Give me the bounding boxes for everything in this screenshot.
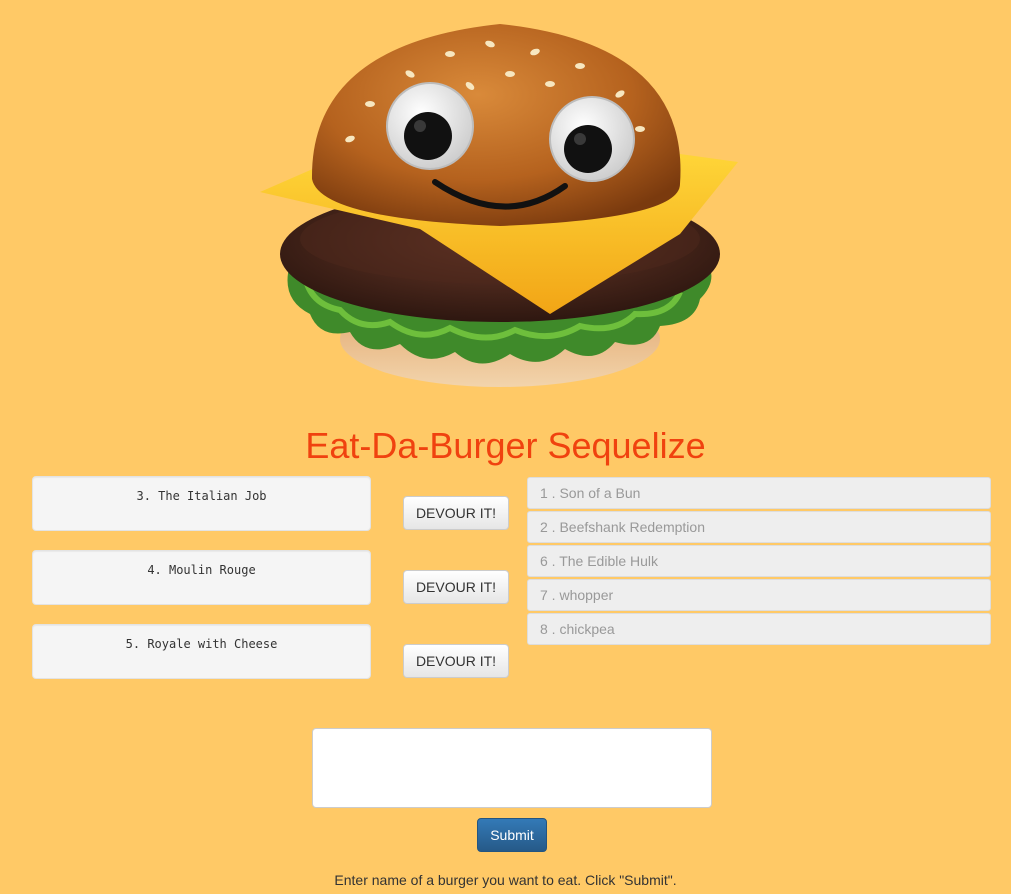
devoured-burger-item: 1 . Son of a Bun bbox=[527, 477, 991, 509]
devoured-burger-item: 7 . whopper bbox=[527, 579, 991, 611]
submit-button[interactable]: Submit bbox=[477, 818, 547, 852]
devour-button[interactable]: DEVOUR IT! bbox=[403, 496, 509, 530]
devoured-burger-item: 8 . chickpea bbox=[527, 613, 991, 645]
burger-mascot-image bbox=[260, 24, 738, 387]
page-title: Eat-Da-Burger Sequelize bbox=[305, 425, 706, 466]
devoured-burger-list: 1 . Son of a Bun 2 . Beefshank Redemptio… bbox=[527, 477, 991, 647]
devour-button[interactable]: DEVOUR IT! bbox=[403, 644, 509, 678]
uneaten-burger-card: 3. The Italian Job bbox=[32, 476, 371, 531]
devour-button[interactable]: DEVOUR IT! bbox=[403, 570, 509, 604]
uneaten-burger-card: 4. Moulin Rouge bbox=[32, 550, 371, 605]
devoured-burger-item: 2 . Beefshank Redemption bbox=[527, 511, 991, 543]
instructions-text: Enter name of a burger you want to eat. … bbox=[334, 872, 677, 888]
burger-name-input[interactable] bbox=[312, 728, 712, 808]
devoured-burger-item: 6 . The Edible Hulk bbox=[527, 545, 991, 577]
uneaten-burger-card: 5. Royale with Cheese bbox=[32, 624, 371, 679]
